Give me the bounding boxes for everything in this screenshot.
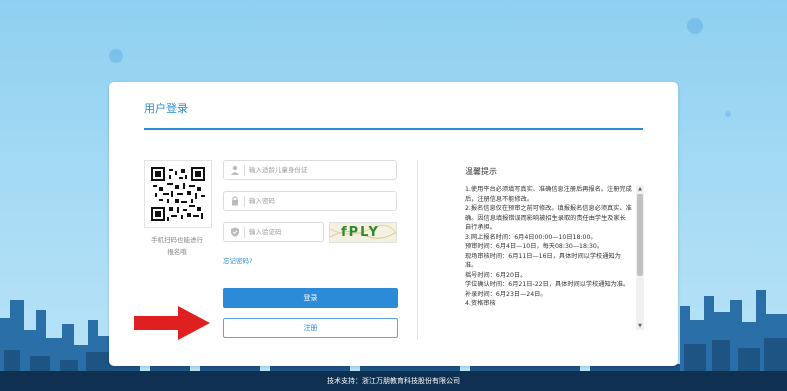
id-number-input[interactable]: 输入适龄儿童身份证 <box>223 160 397 180</box>
lock-icon <box>232 196 238 206</box>
shield-icon <box>231 227 239 237</box>
footer-support-text: 技术支持：浙江万朋教育科技股份有限公司 <box>0 371 787 391</box>
notice-line: 1.使用平台必须填写真实、准确信息注册后再报名。注册完成后，注册信息不能修改。 <box>465 186 632 203</box>
notice-scrollbar[interactable]: ▲ ▼ <box>636 185 644 330</box>
notice-line: 补录时间：6月23日—24日。 <box>465 290 547 298</box>
captcha-placeholder: 输入验证码 <box>249 228 282 236</box>
forgot-password-link[interactable]: 忘记密码? <box>223 255 252 265</box>
notice-line: 4.资格审核 <box>465 300 496 307</box>
notice-line: 现场审核时间：6月11日—16日，具体时间以学校通知为准。 <box>465 252 621 270</box>
title-underline <box>144 128 643 130</box>
scroll-up-icon[interactable]: ▲ <box>636 185 644 193</box>
user-icon <box>231 165 239 175</box>
notice-line: 预审时间：6月4日—10日，每天08:30—18:30。 <box>465 243 604 250</box>
captcha-image[interactable]: fPLY <box>329 222 397 243</box>
notice-line: 3.网上报名时间：6月4日00:00—10日18:00。 <box>465 233 597 241</box>
input-separator <box>244 227 245 238</box>
qr-caption-line1: 手机扫码也能进行 <box>151 236 203 244</box>
login-title: 用户登录 <box>144 102 188 115</box>
captcha-input[interactable]: 输入验证码 <box>223 222 324 242</box>
register-button[interactable]: 注册 <box>223 318 398 338</box>
password-placeholder: 输入密码 <box>249 197 275 205</box>
notice-line: 摇号时间：6月20日。 <box>465 271 527 279</box>
qr-code <box>144 160 212 228</box>
login-button[interactable]: 登录 <box>223 288 398 308</box>
password-input[interactable]: 输入密码 <box>223 191 397 211</box>
notice-title: 温馨提示 <box>465 167 497 176</box>
notice-line: 2.报名信息仅在预审之前可修改。填报报名信息必须真实、准确。因信息填报错误而影响… <box>465 205 632 231</box>
input-separator <box>244 196 245 207</box>
qr-code-icon <box>151 167 205 221</box>
qr-caption: 手机扫码也能进行 报名哦 <box>139 234 215 258</box>
captcha-text: fPLY <box>341 225 380 240</box>
scrollbar-thumb[interactable] <box>637 194 643 276</box>
vertical-divider <box>417 160 418 340</box>
red-arrow-icon <box>134 306 210 340</box>
scroll-down-icon[interactable]: ▼ <box>636 322 644 330</box>
notice-line: 学位确认时间：6月21日-22日，具体时间以学校通知为准。 <box>465 281 630 288</box>
qr-caption-line2: 报名哦 <box>167 248 187 256</box>
notice-text: 1.使用平台必须填写真实、准确信息注册后再报名。注册完成后，注册信息不能修改。 … <box>465 185 632 309</box>
input-separator <box>244 165 245 176</box>
id-number-placeholder: 输入适龄儿童身份证 <box>249 166 308 174</box>
notice-scroll-box[interactable]: 1.使用平台必须填写真实、准确信息注册后再报名。注册完成后，注册信息不能修改。 … <box>464 185 644 330</box>
